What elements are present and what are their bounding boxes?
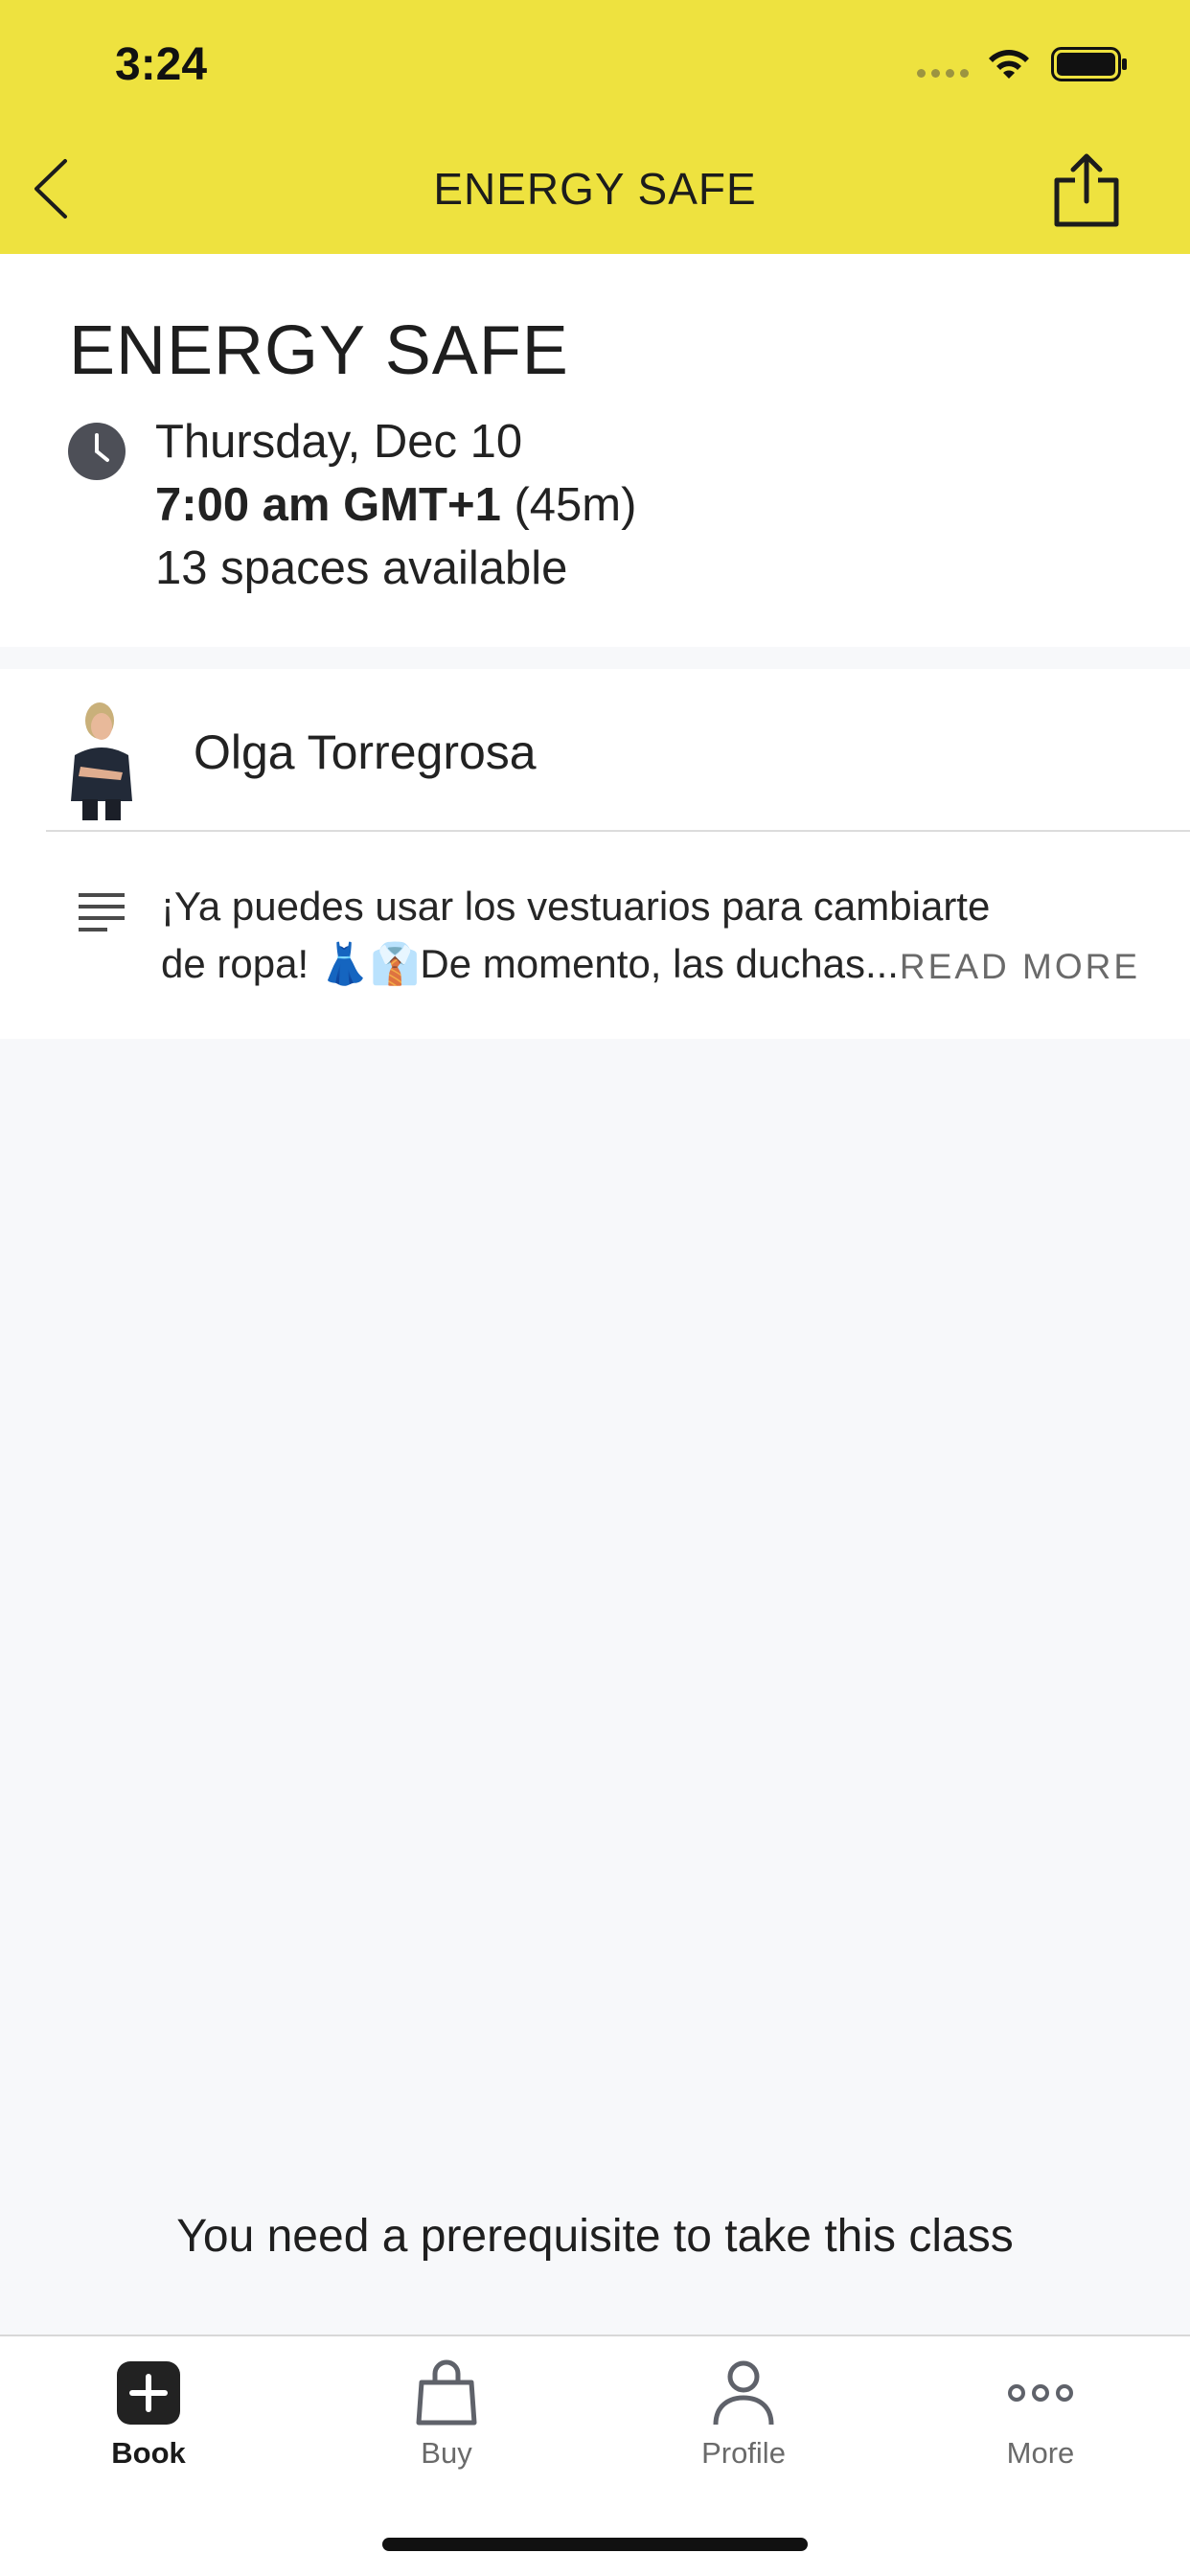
- read-more-link[interactable]: READ MORE: [900, 947, 1140, 987]
- share-icon: [1054, 153, 1119, 227]
- class-title: ENERGY SAFE: [69, 312, 569, 389]
- tab-buy[interactable]: Buy: [351, 2359, 542, 2471]
- tab-buy-label: Buy: [421, 2436, 472, 2470]
- nav-title: ENERGY SAFE: [433, 164, 757, 214]
- battery-icon: [1051, 47, 1127, 81]
- class-duration: (45m): [514, 479, 637, 531]
- class-time: 7:00 am GMT+1 (45m): [155, 478, 636, 532]
- more-dots-icon: [1008, 2384, 1073, 2402]
- prerequisite-message: You need a prerequisite to take this cla…: [176, 2211, 1014, 2262]
- class-detail-card: Olga Torregrosa ¡Ya puedes usar los vest…: [0, 669, 1190, 1039]
- home-indicator: [382, 2538, 808, 2551]
- tab-profile[interactable]: Profile: [648, 2359, 839, 2471]
- spaces-available: 13 spaces available: [155, 542, 568, 594]
- share-button[interactable]: [1052, 151, 1121, 228]
- tab-book[interactable]: Book: [53, 2359, 244, 2471]
- description-icon: [79, 893, 125, 932]
- clock-icon: [68, 423, 126, 480]
- status-time: 3:24: [115, 39, 208, 90]
- class-info-card: ENERGY SAFE Thursday, Dec 10 7:00 am GMT…: [0, 254, 1190, 647]
- tab-book-label: Book: [111, 2436, 186, 2470]
- tab-more[interactable]: More: [945, 2359, 1136, 2471]
- class-start-time: 7:00 am GMT+1: [155, 479, 501, 531]
- cellular-signal-icon: [917, 69, 969, 78]
- wifi-icon: [989, 50, 1029, 79]
- class-date: Thursday, Dec 10: [155, 416, 523, 468]
- instructor-name[interactable]: Olga Torregrosa: [194, 724, 537, 780]
- person-icon: [713, 2360, 774, 2426]
- divider: [46, 830, 1190, 832]
- instructor-avatar[interactable]: [56, 698, 148, 822]
- tab-profile-label: Profile: [701, 2436, 786, 2470]
- top-bar: 3:24 ENERGY SAFE: [0, 0, 1190, 254]
- tab-more-label: More: [1006, 2436, 1075, 2470]
- shopping-bag-icon: [416, 2359, 477, 2426]
- plus-square-icon: [117, 2361, 180, 2425]
- class-description: ¡Ya puedes usar los vestuarios para camb…: [161, 884, 991, 986]
